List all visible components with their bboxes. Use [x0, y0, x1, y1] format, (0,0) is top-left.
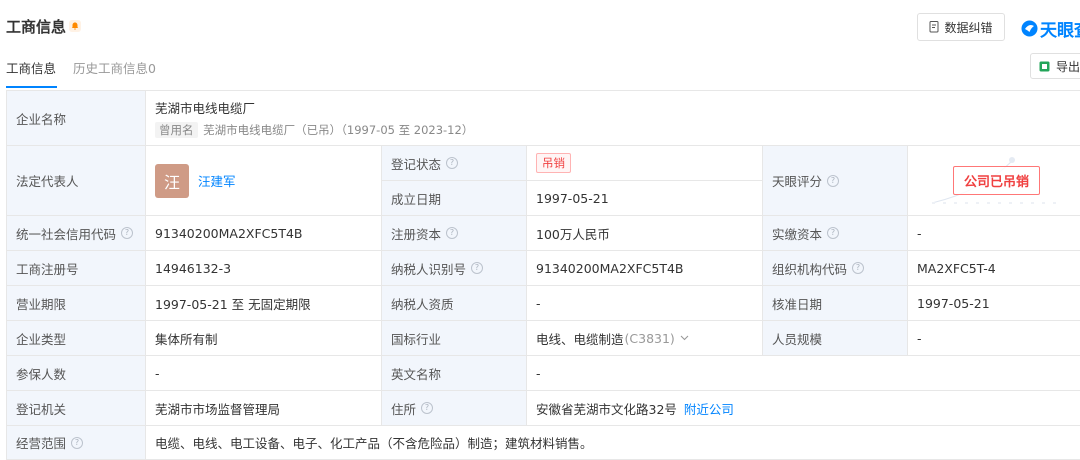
business-info-table: 企业名称 芜湖市电线电缆厂 曾用名 芜湖市电线电缆厂（已吊）（1997-05 至… — [6, 90, 1080, 460]
tab-history-business-info[interactable]: 历史工商信息0 — [73, 58, 156, 77]
taxpayer-qual-label: 纳税人资质 — [382, 286, 527, 321]
industry-label: 国标行业 — [382, 321, 527, 356]
industry-value[interactable]: 电线、电缆制造 (C3831) — [527, 321, 763, 356]
tianyan-score-label: 天眼评分? — [763, 146, 908, 216]
reg-no-label: 工商注册号 — [6, 251, 146, 286]
active-tab-indicator — [6, 86, 57, 88]
found-date-label: 成立日期 — [382, 181, 527, 216]
insured-value: - — [146, 356, 382, 391]
address-label: 住所? — [382, 391, 527, 426]
english-name-value: - — [527, 356, 1080, 391]
former-name-tag: 曾用名 — [155, 122, 198, 138]
authority-value: 芜湖市市场监督管理局 — [146, 391, 382, 426]
taxpayer-id-label: 纳税人识别号? — [382, 251, 527, 286]
org-code-value: MA2XFC5T-4 — [908, 251, 1080, 286]
tianyancha-logo-icon — [1021, 20, 1038, 37]
credit-code-value: 91340200MA2XFC5T4B — [146, 216, 382, 251]
company-type-value: 集体所有制 — [146, 321, 382, 356]
approve-date-value: 1997-05-21 — [908, 286, 1080, 321]
credit-code-label: 统一社会信用代码? — [6, 216, 146, 251]
english-name-label: 英文名称 — [382, 356, 527, 391]
export-label: 导出 — [1056, 59, 1080, 74]
reg-status-label: 登记状态? — [382, 146, 527, 181]
avatar[interactable]: 汪 — [155, 163, 189, 198]
industry-code: (C3831) — [624, 330, 675, 346]
bell-icon[interactable] — [69, 20, 81, 32]
help-icon[interactable]: ? — [827, 174, 840, 187]
brand-name: 天眼查 — [1040, 21, 1080, 41]
section-title: 工商信息 — [6, 18, 67, 36]
nearby-companies-link[interactable]: 附近公司 — [684, 399, 734, 418]
tab-business-info[interactable]: 工商信息 — [6, 58, 56, 77]
data-correction-label: 数据纠错 — [944, 20, 993, 35]
business-scope-value: 电缆、电线、电工设备、电子、化工产品（不含危险品）制造；建筑材料销售。 — [146, 426, 1080, 460]
reg-no-value: 14946132-3 — [146, 251, 382, 286]
legal-rep-label: 法定代表人 — [6, 146, 146, 216]
help-icon[interactable]: ? — [446, 227, 459, 239]
staff-value: - — [908, 321, 1080, 356]
help-icon[interactable]: ? — [827, 227, 840, 239]
help-icon[interactable]: ? — [71, 436, 84, 449]
help-icon[interactable]: ? — [421, 402, 434, 414]
paid-capital-value: - — [908, 216, 1080, 251]
status-badge: 吊销 — [536, 153, 571, 173]
approve-date-label: 核准日期 — [763, 286, 908, 321]
paid-capital-label: 实缴资本? — [763, 216, 908, 251]
company-type-label: 企业类型 — [6, 321, 146, 356]
help-icon[interactable]: ? — [471, 262, 484, 274]
authority-label: 登记机关 — [6, 391, 146, 426]
company-name: 芜湖市电线电缆厂 — [155, 101, 256, 116]
term-label: 营业期限 — [6, 286, 146, 321]
help-icon[interactable]: ? — [852, 262, 865, 274]
company-name-label: 企业名称 — [6, 90, 146, 146]
export-button[interactable]: 导出 — [1030, 53, 1080, 79]
chevron-down-icon[interactable] — [680, 335, 689, 341]
legal-rep-cell: 汪 汪建军 — [146, 146, 382, 216]
insured-label: 参保人数 — [6, 356, 146, 391]
term-value: 1997-05-21 至 无固定期限 — [146, 286, 382, 321]
found-date-value: 1997-05-21 — [527, 181, 763, 216]
data-correction-button[interactable]: 数据纠错 — [917, 13, 1005, 41]
company-name-cell: 芜湖市电线电缆厂 曾用名 芜湖市电线电缆厂（已吊）（1997-05 至 2023… — [146, 90, 1080, 146]
reg-capital-label: 注册资本? — [382, 216, 527, 251]
revoked-stamp: 公司已吊销 — [952, 166, 1040, 195]
former-name: 曾用名 芜湖市电线电缆厂（已吊）（1997-05 至 2023-12） — [155, 122, 473, 138]
tianyan-score-cell: 公司已吊销 — [908, 146, 1080, 216]
org-code-label: 组织机构代码? — [763, 251, 908, 286]
excel-icon — [1039, 61, 1050, 71]
business-scope-label: 经营范围? — [6, 426, 146, 460]
tab-bar: 工商信息 历史工商信息0 — [0, 54, 1080, 88]
staff-label: 人员规模 — [763, 321, 908, 356]
address-value: 安徽省芜湖市文化路32号 附近公司 — [527, 391, 1080, 426]
reg-capital-value: 100万人民币 — [527, 216, 763, 251]
help-icon[interactable]: ? — [446, 157, 459, 169]
former-name-value: 芜湖市电线电缆厂（已吊）（1997-05 至 2023-12） — [203, 123, 474, 137]
reg-status-cell: 吊销 — [527, 146, 763, 181]
taxpayer-id-value: 91340200MA2XFC5T4B — [527, 251, 763, 286]
legal-rep-link[interactable]: 汪建军 — [198, 171, 236, 190]
taxpayer-qual-value: - — [527, 286, 763, 321]
help-icon[interactable]: ? — [121, 227, 134, 239]
brand-logo[interactable]: 天眼查 — [1021, 16, 1080, 41]
document-icon — [929, 21, 939, 33]
